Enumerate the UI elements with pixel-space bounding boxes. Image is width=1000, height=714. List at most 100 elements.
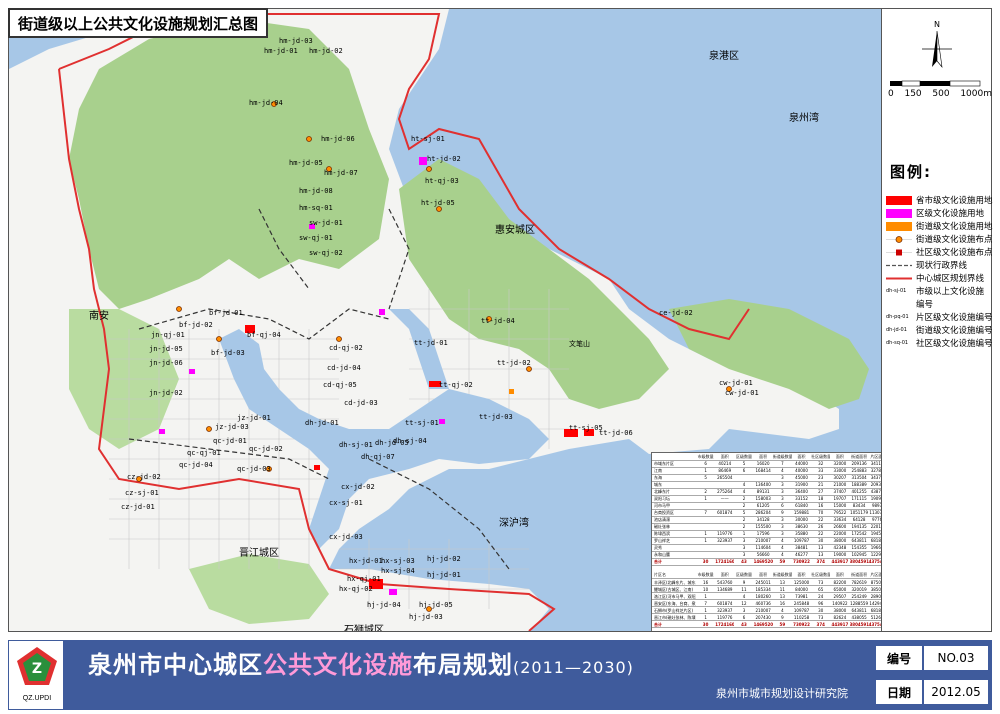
table-cell: 30 xyxy=(696,558,716,566)
table-cell: 面积 xyxy=(753,453,773,461)
legend-swatch xyxy=(886,274,912,283)
institute-name: 泉州市城市规划设计研究院 xyxy=(716,687,848,700)
table-row: 东海5265504 3450002330207313504343791 xyxy=(652,474,881,482)
table-cell: 16020 xyxy=(753,460,773,468)
table-cell: 3 xyxy=(772,474,792,482)
table-cell: 1724160 xyxy=(715,558,735,566)
table-cell: 鲤城区(古城区、江南) xyxy=(652,585,696,593)
table-cell: 18 xyxy=(811,495,831,503)
table-cell: 面积 xyxy=(791,571,812,579)
table-cell: 1 xyxy=(696,530,716,538)
table-cell: 82624 xyxy=(830,613,850,621)
label-shenhu-bay: 深沪湾 xyxy=(499,518,529,529)
table-cell: 面积 xyxy=(830,453,850,461)
table-cell: 东海 xyxy=(652,474,696,482)
label-huian: 惠安城区 xyxy=(495,225,535,236)
logo-text: QZ.UPDI xyxy=(22,695,52,702)
map-frame: 泉港区 泉州湾 惠安城区 南安 晋江城区 石狮城区 深沪湾 文笔山 hm-jd-… xyxy=(0,0,1000,714)
legend-item: 中心城区规划界线 xyxy=(886,272,992,284)
table-cell: 159881 xyxy=(791,509,812,517)
table-cell: 丰泽区(北峰东片、城东、东海片区) xyxy=(652,578,696,586)
table-cell: 3804591 xyxy=(849,558,869,566)
legend-item: 省市级文化设施用地 xyxy=(886,194,993,206)
table-cell: 40214 xyxy=(715,460,735,468)
table-cell: 730922 xyxy=(791,620,812,628)
table-cell: 2 xyxy=(734,495,754,503)
table-cell: 16 xyxy=(811,502,831,510)
table-row: 江南18646961684144400003333000254883327803 xyxy=(652,467,881,475)
table-cell: 286204 xyxy=(753,509,773,517)
table-cell: 401255 xyxy=(849,488,869,496)
table-cell: 9 xyxy=(772,613,792,621)
facility-code-label: ht-jd-05 xyxy=(421,199,455,207)
facility-code-label: tt-sj-01 xyxy=(405,419,439,427)
date-value: 2012.05 xyxy=(924,680,988,704)
facility-code-label: cw-jd-01 xyxy=(725,389,759,397)
facility-code-label: qc-jd-03 xyxy=(237,465,271,473)
table-cell: 4 xyxy=(734,488,754,496)
table-cell: 2 xyxy=(696,488,716,496)
facility-code-label: ht-jd-02 xyxy=(427,155,461,163)
facility-code-label: jn-jd-06 xyxy=(149,359,183,367)
table-cell xyxy=(715,481,735,489)
facility-code-label: cd-qj-05 xyxy=(323,381,357,389)
table-cell: 13 xyxy=(811,544,831,552)
table-cell xyxy=(696,544,716,552)
table-cell: 面积 xyxy=(715,571,735,579)
legend-code-sample: dh-sq-01 xyxy=(886,339,909,346)
table-cell: 3 xyxy=(734,606,754,614)
facility-code-label: hx-qj-01 xyxy=(347,575,381,583)
legend-item: dh-jd-01 街道级文化设施编号 xyxy=(886,324,993,336)
table-cell: 市级数量 xyxy=(696,453,716,461)
table-cell: 89131 xyxy=(753,488,773,496)
facility-code-label: hm-jd-04 xyxy=(249,99,283,107)
table-cell: 119776 xyxy=(715,530,735,538)
facility-code-label: hm-jd-01 xyxy=(264,47,298,55)
legend-label: 现状行政界线 xyxy=(916,261,968,271)
facility-code-label: sw-qj-01 xyxy=(299,234,333,242)
table-cell: 7 xyxy=(696,509,716,517)
table-cell xyxy=(715,523,735,531)
table-cell: 10 xyxy=(696,585,716,593)
table-cell: 289038 xyxy=(868,592,881,600)
table-cell: 30000 xyxy=(791,516,812,524)
table-cell: 341156 xyxy=(868,460,881,468)
table-cell: 3804591 xyxy=(849,620,869,628)
table-cell: 11 xyxy=(734,585,754,593)
table-cell: 38481 xyxy=(791,544,812,552)
facility-code-label: hm-jd-07 xyxy=(324,169,358,177)
legend-swatch xyxy=(886,261,912,270)
table-cell: 209136 xyxy=(849,460,869,468)
legend-swatch xyxy=(886,208,912,218)
table-cell: 4 xyxy=(772,467,792,475)
table-cell: 3 xyxy=(772,488,792,496)
table-cell: 38000 xyxy=(830,537,850,545)
table-cell: 30 xyxy=(811,537,831,545)
table-cell: 江南 xyxy=(652,467,696,475)
table-cell: 1 xyxy=(734,530,754,538)
facility-code-label: cx-sj-01 xyxy=(329,499,363,507)
table-cell: 210007 xyxy=(753,606,773,614)
table-cell: 33152 xyxy=(791,495,812,503)
table-cell: 7 xyxy=(696,599,716,607)
map-canvas[interactable]: 泉港区 泉州湾 惠安城区 南安 晋江城区 石狮城区 深沪湾 文笔山 hm-jd-… xyxy=(8,8,882,632)
table-cell: 磁灶张林 xyxy=(652,523,696,531)
table-cell: —— xyxy=(715,495,735,503)
table-cell xyxy=(715,551,735,559)
table-cell: 875017 xyxy=(868,578,881,586)
table-cell: 晋安区(东海、台商、泉港区) xyxy=(652,599,696,607)
legend-item: 现状行政界线 xyxy=(886,259,992,271)
facility-code-label: sw-jd-01 xyxy=(309,219,343,227)
legend-item: 街道级文化设施布点 xyxy=(886,233,993,245)
legend-label: 社区级文化设施布点 xyxy=(916,248,993,258)
table-cell: 97762 xyxy=(868,516,881,524)
facility-code-label: tt-jd-03 xyxy=(479,413,513,421)
label-nanan: 南安 xyxy=(89,311,109,322)
table-cell: 61205 xyxy=(753,502,773,510)
table-cell: 1 xyxy=(696,613,716,621)
table-cell: 22000 xyxy=(830,530,850,538)
table-cell: 1051179 xyxy=(849,509,869,517)
legend-item: 街道级文化设施用地 xyxy=(886,220,993,232)
table-row: 池店清濛 23412833000022336346412897762 xyxy=(652,516,881,524)
table-cell: 市级数量 xyxy=(696,571,716,579)
